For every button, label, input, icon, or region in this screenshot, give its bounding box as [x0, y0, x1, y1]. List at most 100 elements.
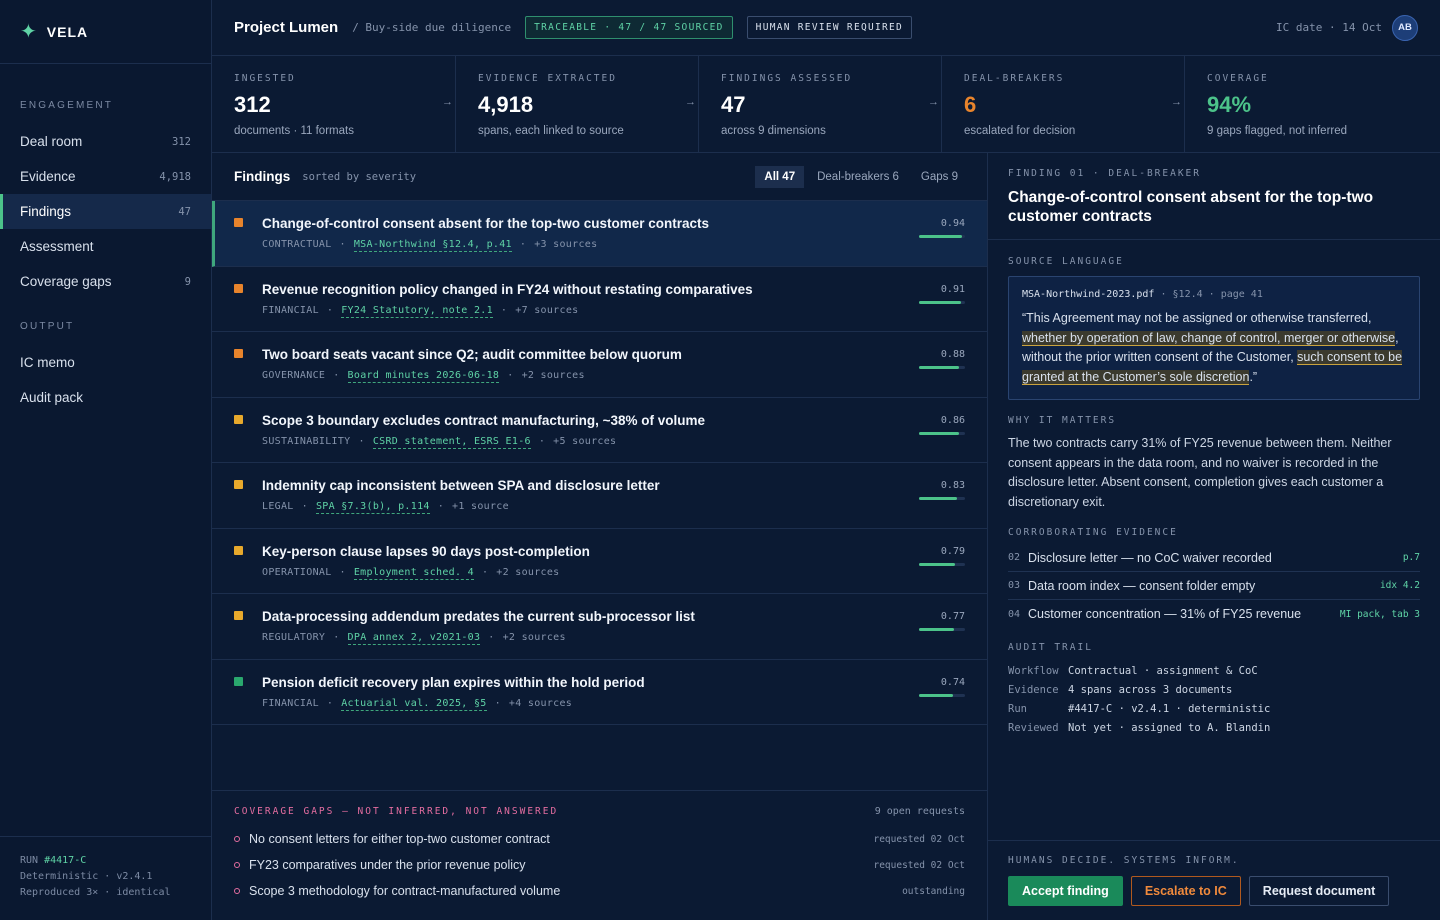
source-link[interactable]: Actuarial val. 2025, §5 [341, 697, 487, 711]
separator: · [538, 435, 546, 447]
confidence-bar [919, 300, 965, 304]
gap-item[interactable]: FY23 comparatives under the prior revenu… [234, 852, 965, 878]
accept-finding-button[interactable]: Accept finding [1008, 876, 1123, 906]
finding-row[interactable]: Data-processing addendum predates the cu… [212, 594, 987, 660]
separator: · [494, 697, 501, 709]
audit-key: Evidence [1008, 683, 1059, 696]
more-sources: +2 sources [496, 566, 560, 578]
gap-status: requested 02 Oct [873, 833, 965, 845]
metric-ingested: INGESTED 312 documents · 11 formats → [212, 56, 455, 152]
finding-title: Scope 3 boundary excludes contract manuf… [262, 412, 705, 428]
source-location: §12.4 · page 41 [1172, 289, 1263, 300]
confidence-score: 0.94 [940, 218, 965, 229]
sidebar-item-ic-memo[interactable]: IC memo [0, 345, 211, 380]
sort-label: sorted by severity [302, 170, 417, 183]
finding-row[interactable]: Change-of-control consent absent for the… [212, 201, 987, 267]
source-document-link[interactable]: MSA-Northwind-2023.pdf [1022, 289, 1154, 300]
source-link[interactable]: MSA-Northwind §12.4, p.41 [353, 239, 512, 252]
metric-value: 94% [1207, 92, 1252, 117]
severity-icon [234, 545, 243, 555]
source-link[interactable]: FY24 Statutory, note 2.1 [341, 304, 493, 318]
severity-icon [234, 414, 243, 424]
arrow-right-icon: → [685, 96, 696, 108]
confidence-bar-fill [919, 300, 961, 304]
more-sources: +7 sources [515, 304, 579, 316]
audit-value: Not yet · assigned to A. Blandin [1068, 721, 1271, 734]
sidebar-item-count: 47 [178, 205, 191, 218]
quote-part: “This Agreement may not be assigned or o… [1022, 311, 1372, 325]
gap-status: outstanding [902, 885, 965, 897]
finding-title: Change-of-control consent absent for the… [1008, 189, 1374, 225]
gap-text: No consent letters for either top-two cu… [249, 832, 550, 846]
sidebar-item-coverage-gaps[interactable]: Coverage gaps 9 [0, 264, 211, 299]
severity-icon [234, 349, 243, 358]
audit-value: #4417-C · v2.4.1 · deterministic [1068, 702, 1271, 715]
confidence-bar [919, 366, 965, 369]
escalate-button[interactable]: Escalate to IC [1130, 876, 1241, 906]
finding-title: Revenue recognition policy changed in FY… [262, 281, 753, 297]
finding-row[interactable]: Pension deficit recovery plan expires wi… [212, 660, 987, 725]
finding-meta: FINANCIAL · FY24 Statutory, note 2.1 · +7 so… [262, 304, 987, 318]
severity-icon [234, 480, 243, 489]
evidence-ref[interactable]: p.7 [1403, 552, 1420, 563]
request-document-button[interactable]: Request document [1248, 876, 1390, 906]
sidebar-item-count: 312 [172, 135, 191, 148]
confidence-bar-fill [919, 431, 959, 435]
finding-row[interactable]: Revenue recognition policy changed in FY… [212, 267, 987, 332]
evidence-ref[interactable]: idx 4.2 [1380, 580, 1420, 591]
tab-gaps[interactable]: Gaps 9 [912, 166, 967, 188]
evidence-item[interactable]: 02 Disclosure letter — no CoC waiver rec… [1008, 544, 1420, 572]
evidence-item[interactable]: 04 Customer concentration — 31% of FY25 … [1008, 600, 1420, 628]
sidebar-item-label: Audit pack [20, 390, 84, 405]
quote-text: “This Agreement may not be assigned or o… [1022, 309, 1406, 387]
finding-row[interactable]: Key-person clause lapses 90 days post-co… [212, 529, 987, 594]
finding-title: Key-person clause lapses 90 days post-co… [262, 543, 590, 559]
finding-title: Indemnity cap inconsistent between SPA a… [262, 478, 660, 493]
source-link[interactable]: SPA §7.3(b), p.114 [315, 501, 430, 514]
project-title: Project Lumen [234, 19, 339, 36]
source-link[interactable]: CSRD statement, ESRS E1-6 [372, 435, 531, 449]
tab-all[interactable]: All 47 [755, 165, 805, 188]
audit-trail-heading: AUDIT TRAIL [1008, 642, 1093, 653]
tab-deal-breakers[interactable]: Deal-breakers 6 [808, 166, 908, 188]
finding-category: GOVERNANCE [262, 370, 326, 381]
gap-item[interactable]: Scope 3 methodology for contract-manufac… [234, 878, 965, 904]
sidebar-item-evidence[interactable]: Evidence 4,918 [0, 159, 211, 194]
avatar[interactable]: AB [1392, 14, 1418, 41]
source-link[interactable]: DPA annex 2, v2021-03 [347, 632, 481, 645]
run-reproduced: Reproduced 3× · identical [20, 887, 171, 898]
sidebar-item-deal-room[interactable]: Deal room 312 [0, 124, 211, 159]
sidebar-item-label: Assessment [20, 239, 94, 254]
sidebar-item-count: 4,918 [159, 170, 191, 183]
run-label: RUN [20, 855, 39, 866]
gaps-title: COVERAGE GAPS — NOT INFERRED, NOT ANSWER… [234, 806, 559, 817]
metric-label: INGESTED [234, 73, 296, 84]
sidebar-item-label: Coverage gaps [20, 274, 112, 289]
separator: · [488, 632, 495, 643]
evidence-ref[interactable]: MI pack, tab 3 [1340, 609, 1420, 620]
finding-meta: SUSTAINABILITY · CSRD statement, ESRS E1-6… [262, 435, 987, 449]
source-link[interactable]: Employment sched. 4 [353, 566, 474, 580]
brand[interactable]: ✦ VELA [0, 0, 211, 64]
separator: · [437, 501, 445, 512]
source-link[interactable]: Board minutes 2026-06-18 [347, 370, 500, 383]
evidence-number: 02 [1008, 552, 1021, 563]
ic-date: IC date · 14 Oct [1276, 21, 1382, 34]
finding-row[interactable]: Indemnity cap inconsistent between SPA a… [212, 463, 987, 529]
finding-title: Two board seats vacant since Q2; audit c… [262, 347, 682, 362]
more-sources: +5 sources [553, 435, 617, 447]
audit-key: Run [1008, 702, 1027, 715]
source-language-heading: SOURCE LANGUAGE [1008, 256, 1124, 267]
sidebar-item-audit-pack[interactable]: Audit pack [0, 380, 211, 415]
evidence-item[interactable]: 03 Data room index — consent folder empt… [1008, 572, 1420, 600]
gap-item[interactable]: No consent letters for either top-two cu… [234, 826, 965, 852]
sidebar-item-findings[interactable]: Findings 47 [0, 194, 211, 229]
metric-sub: across 9 dimensions [721, 125, 826, 137]
sidebar-item-assessment[interactable]: Assessment [0, 229, 211, 264]
finding-title: Change-of-control consent absent for the… [262, 216, 710, 231]
confidence-bar-fill [919, 562, 956, 566]
traceable-badge: TRACEABLE · 47 / 47 SOURCED [525, 16, 733, 39]
finding-row[interactable]: Two board seats vacant since Q2; audit c… [212, 332, 987, 398]
finding-row[interactable]: Scope 3 boundary excludes contract manuf… [212, 398, 987, 463]
confidence-bar-fill [919, 628, 955, 631]
